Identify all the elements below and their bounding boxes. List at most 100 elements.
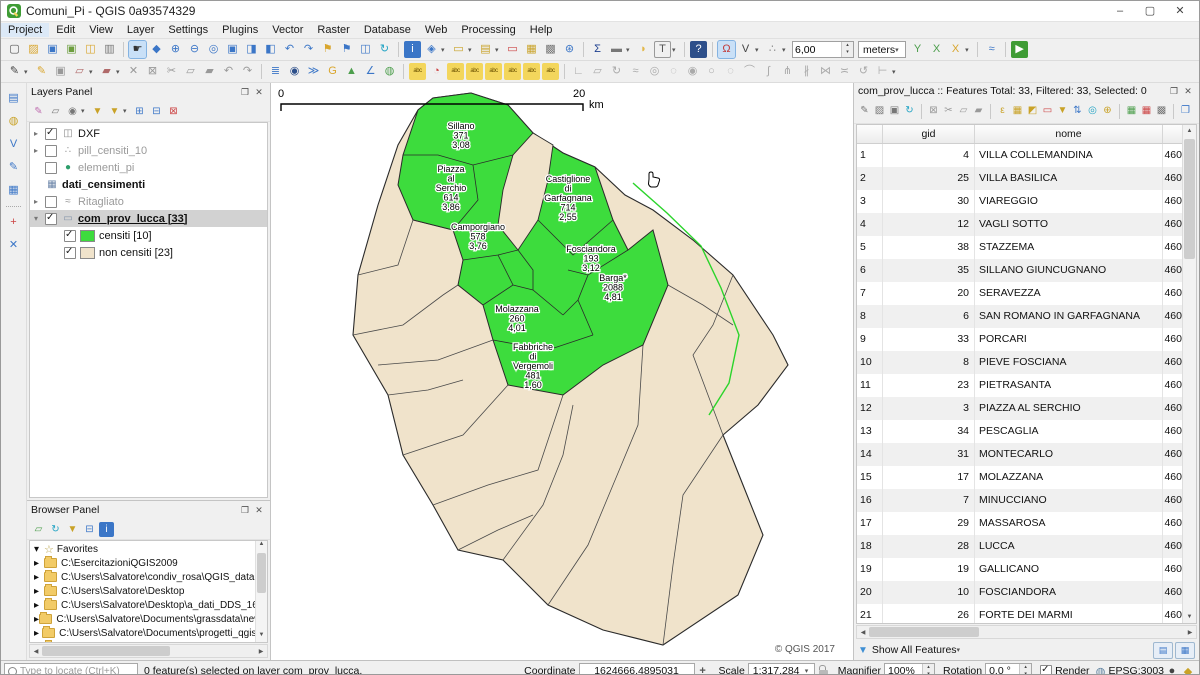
scroll-down-icon[interactable]: ▼ [256, 632, 267, 642]
select-by-expression-icon[interactable]: ε [996, 104, 1009, 118]
row-number[interactable]: 2 [857, 167, 883, 190]
filter-browser-icon[interactable]: ▼ [65, 522, 80, 537]
tracing-icon[interactable]: ∴ [764, 41, 781, 58]
switch-to-form-view-button[interactable]: ▤ [1153, 642, 1173, 659]
table-cut-icon[interactable]: ✂ [942, 104, 955, 118]
show-bookmarks-icon[interactable]: ⚑ [338, 41, 355, 58]
rotate-point-symbols-icon[interactable]: ↺ [855, 63, 872, 80]
table-multiedit-icon[interactable]: ▨ [873, 104, 886, 118]
browser-item[interactable]: C:\Users\Salvatore\Documents\Referendum [30, 640, 267, 643]
text-annotation-dropdown-icon[interactable] [672, 46, 679, 54]
paste-features-icon[interactable]: ▰ [201, 63, 218, 80]
measure-dropdown-icon[interactable] [626, 46, 633, 54]
filter-legend-icon[interactable]: ▼ [90, 104, 105, 119]
menu-item-view[interactable]: View [82, 23, 120, 37]
expand-all-icon[interactable]: ⊞ [132, 104, 147, 119]
browser-item[interactable]: C:\Users\Salvatore\condiv_rosa\QGIS_data [30, 570, 267, 584]
layer-labeling-icon[interactable]: abc [409, 63, 426, 80]
minimize-button[interactable]: – [1105, 2, 1135, 20]
open-field-calculator-icon[interactable]: ▩ [1155, 104, 1168, 118]
menu-item-plugins[interactable]: Plugins [215, 23, 265, 37]
rotate-feature-icon[interactable]: ↻ [608, 63, 625, 80]
split-parts-icon[interactable]: ∦ [798, 63, 815, 80]
table-row[interactable]: 1334PESCAGLIA460 [857, 420, 1196, 443]
layer-item[interactable]: ◫DXF [30, 125, 267, 142]
collapse-all-icon[interactable]: ⊟ [149, 104, 164, 119]
open-layer-styling-icon[interactable]: ✎ [31, 104, 46, 119]
row-number[interactable]: 18 [857, 535, 883, 558]
row-number[interactable]: 20 [857, 581, 883, 604]
table-row[interactable]: 108PIEVE FOSCIANA460 [857, 351, 1196, 374]
layer-checkbox[interactable] [45, 196, 57, 208]
select-by-value-dropdown-icon[interactable] [495, 46, 502, 54]
pan-to-selection-icon[interactable]: ◎ [1086, 104, 1099, 118]
layer-item[interactable]: censiti [10] [30, 227, 267, 244]
map-canvas[interactable]: 020kmSillano3713,08PiazzaalSerchio6143,8… [271, 83, 853, 660]
row-number[interactable]: 7 [857, 282, 883, 305]
messages-icon[interactable]: ● [1164, 665, 1180, 675]
filter-select-icon[interactable]: ▼ [1056, 104, 1069, 118]
snap-tolerance[interactable] [792, 41, 854, 58]
help-contents-icon[interactable]: ? [690, 41, 707, 58]
layer-item[interactable]: non censiti [23] [30, 244, 267, 261]
raster-analysis-icon[interactable]: ▲ [343, 63, 360, 80]
clone-feature-icon[interactable]: ▱ [589, 63, 606, 80]
elevation-profile-icon[interactable]: ≈ [983, 41, 1000, 58]
table-delete-feature-icon[interactable]: ⊠ [927, 104, 940, 118]
column-header-nome[interactable]: nome [975, 125, 1163, 143]
zoom-out-icon[interactable]: ⊖ [186, 41, 203, 58]
spin-down-icon[interactable] [842, 49, 853, 56]
crosshair-tool-icon[interactable]: + [5, 214, 22, 231]
table-save-edits-icon[interactable]: ▣ [888, 104, 901, 118]
table-vertical-scrollbar[interactable]: ▲▼ [1182, 125, 1196, 623]
topology-checker-icon[interactable]: ✕ [5, 237, 22, 254]
scroll-left-icon[interactable]: ◀ [30, 648, 42, 655]
open-project-icon[interactable]: ▨ [25, 41, 42, 58]
table-row[interactable]: 933PORCARI460 [857, 328, 1196, 351]
zoom-to-selection-icon[interactable]: ⊕ [1101, 104, 1114, 118]
undo-icon[interactable]: ↶ [220, 63, 237, 80]
browser-item[interactable]: ☆Favorites [30, 542, 267, 556]
layer-checkbox[interactable] [45, 213, 57, 225]
table-row[interactable]: 86SAN ROMANO IN GARFAGNANA460 [857, 305, 1196, 328]
data-source-manager-icon[interactable]: ▤ [5, 90, 22, 107]
spin-up-icon[interactable] [1020, 664, 1031, 671]
zoom-native-icon[interactable]: ◎ [205, 41, 222, 58]
zoom-last-icon[interactable]: ↶ [281, 41, 298, 58]
add-vector-layer-icon[interactable]: V [5, 136, 22, 153]
manage-map-themes-dropdown-icon[interactable] [81, 107, 88, 115]
select-features-icon[interactable]: ▭ [450, 41, 467, 58]
row-number[interactable]: 16 [857, 489, 883, 512]
pan-to-selection-icon[interactable]: ◆ [148, 41, 165, 58]
refresh-browser-icon[interactable]: ↻ [48, 522, 63, 537]
browser-horizontal-scrollbar[interactable]: ◀ ▶ [29, 644, 268, 658]
trim-extend-dropdown-icon[interactable] [892, 68, 899, 76]
browser-vertical-scrollbar[interactable]: ▲▼ [255, 541, 267, 642]
table-row[interactable]: 1828LUCCA460 [857, 535, 1196, 558]
undock-panel-icon[interactable]: ❐ [238, 87, 252, 98]
table-copy-icon[interactable]: ▱ [957, 104, 970, 118]
redo-icon[interactable]: ↷ [239, 63, 256, 80]
snap-units[interactable]: meters [858, 41, 906, 58]
digitize-with-segment-dropdown-icon[interactable] [89, 68, 96, 76]
expander-icon[interactable] [34, 642, 44, 643]
tracing-dropdown-icon[interactable] [782, 46, 789, 54]
move-selection-top-icon[interactable]: ⇅ [1071, 104, 1084, 118]
save-layer-edits-icon[interactable]: ▣ [52, 63, 69, 80]
snap-tolerance-spinner[interactable] [841, 42, 853, 57]
spin-down-icon[interactable] [1020, 671, 1031, 675]
collapse-all-browser-icon[interactable]: ⊟ [82, 522, 97, 537]
cut-features-icon[interactable]: ✂ [163, 63, 180, 80]
row-number[interactable]: 19 [857, 558, 883, 581]
row-number[interactable]: 3 [857, 190, 883, 213]
new-project-icon[interactable]: ▢ [6, 41, 23, 58]
add-annotation-layer-icon[interactable]: ✎ [5, 159, 22, 176]
run-feature-action-dropdown-icon[interactable] [441, 46, 448, 54]
close-panel-icon[interactable]: ✕ [1181, 86, 1195, 97]
save-project-icon[interactable]: ▣ [44, 41, 61, 58]
switch-to-table-view-button[interactable]: ▦ [1175, 642, 1195, 659]
select-features-dropdown-icon[interactable] [468, 46, 475, 54]
log-icon[interactable]: ◆ [1180, 665, 1196, 675]
web-plugin-icon[interactable]: ◍ [381, 63, 398, 80]
select-by-value-icon[interactable]: ▤ [477, 41, 494, 58]
